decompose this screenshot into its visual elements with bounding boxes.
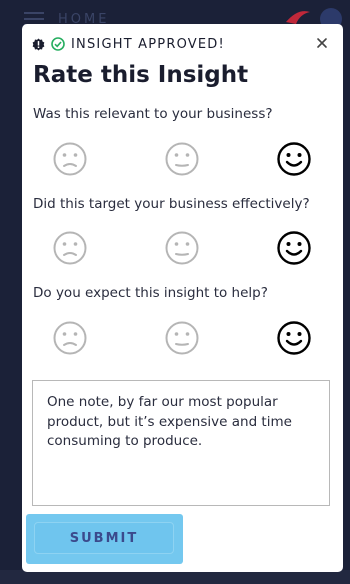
app-footer (0, 570, 350, 584)
rating-row-1 (22, 141, 343, 179)
status-text: INSIGHT APPROVED! (71, 36, 225, 52)
question-3: Do you expect this insight to help? (33, 285, 268, 301)
badge-alert-icon (32, 37, 45, 51)
happy-face-icon[interactable] (276, 230, 312, 266)
rate-insight-modal: INSIGHT APPROVED! Rate this Insight Was … (22, 24, 343, 572)
question-2: Did this target your business effectivel… (33, 196, 310, 212)
status-row: INSIGHT APPROVED! (32, 36, 225, 52)
neutral-face-icon[interactable] (164, 141, 200, 177)
close-icon[interactable] (313, 34, 331, 52)
question-1: Was this relevant to your business? (33, 106, 273, 122)
sad-face-icon[interactable] (52, 320, 88, 356)
submit-button[interactable]: SUBMIT (34, 522, 174, 554)
modal-title: Rate this Insight (33, 62, 249, 88)
check-circle-icon (51, 37, 65, 51)
rating-row-3 (22, 320, 343, 358)
happy-face-icon[interactable] (276, 320, 312, 356)
notes-textarea[interactable]: One note, by far our most popular produc… (32, 380, 330, 506)
submit-focus-ring: SUBMIT (26, 514, 183, 564)
rating-row-2 (22, 230, 343, 268)
neutral-face-icon[interactable] (164, 320, 200, 356)
sad-face-icon[interactable] (52, 141, 88, 177)
neutral-face-icon[interactable] (164, 230, 200, 266)
happy-face-icon[interactable] (276, 141, 312, 177)
sad-face-icon[interactable] (52, 230, 88, 266)
